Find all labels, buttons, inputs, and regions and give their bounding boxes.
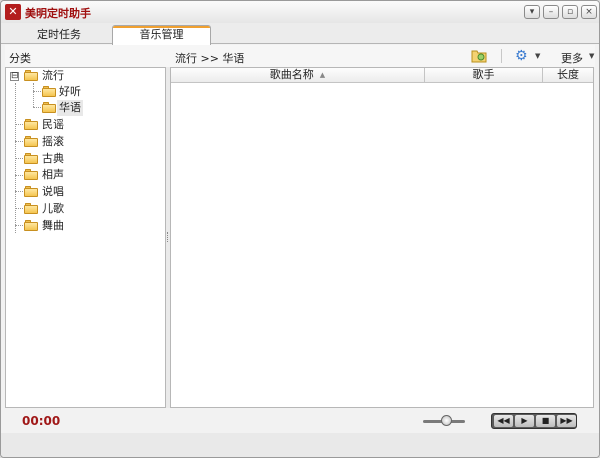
- song-table: 歌曲名称 ▲ 歌手 长度: [170, 67, 594, 408]
- tree-item-rap[interactable]: 说唱: [6, 184, 156, 200]
- sort-ascending-icon: ▲: [319, 71, 326, 79]
- category-header: 分类: [9, 52, 31, 65]
- tree-item-popular[interactable]: ⊟ 流行: [6, 68, 156, 84]
- tab-music-management[interactable]: 音乐管理: [112, 25, 211, 45]
- player-bar: 00:00 ◀◀ ▶ ■ ▶▶: [5, 409, 595, 433]
- folder-icon: [24, 70, 38, 81]
- toolbar-separator: [501, 49, 502, 63]
- folder-icon: [24, 220, 38, 231]
- app-window: ✕ 美明定时助手 ▾ – ▫ × 定时任务 音乐管理 分类 流行 >> 华语 ⚙…: [0, 0, 600, 458]
- tree-item-label: 相声: [42, 168, 64, 181]
- folder-icon: [24, 203, 38, 214]
- dropdown-arrow-icon[interactable]: ▼: [535, 52, 540, 60]
- collapse-icon[interactable]: ▾: [524, 5, 540, 19]
- folder-icon: [24, 169, 38, 180]
- column-header-artist[interactable]: 歌手: [425, 68, 543, 83]
- column-header-song-name[interactable]: 歌曲名称 ▲: [171, 68, 425, 83]
- gear-icon[interactable]: ⚙: [515, 48, 531, 64]
- breadcrumb: 流行 >> 华语: [175, 52, 245, 65]
- tree-item-label: 说唱: [42, 185, 64, 198]
- window-title: 美明定时助手: [25, 7, 91, 20]
- window-footer: [1, 433, 599, 457]
- play-icon[interactable]: ▶: [515, 415, 534, 427]
- tree-item-crosstalk[interactable]: 相声: [6, 167, 156, 183]
- tree-item-label: 好听: [59, 85, 81, 98]
- tree-item-label: 流行: [42, 69, 64, 82]
- stop-icon[interactable]: ■: [536, 415, 555, 427]
- playback-controls: ◀◀ ▶ ■ ▶▶: [491, 413, 577, 429]
- rewind-icon[interactable]: ◀◀: [494, 415, 513, 427]
- minimize-icon[interactable]: –: [543, 5, 559, 19]
- folder-icon: [24, 119, 38, 130]
- playback-time: 00:00: [22, 414, 61, 428]
- folder-add-icon[interactable]: [471, 48, 487, 63]
- chevron-down-icon[interactable]: ▼: [589, 52, 594, 60]
- tree-item-folk[interactable]: 民谣: [6, 117, 156, 133]
- restore-icon[interactable]: ▫: [562, 5, 578, 19]
- splitter-grip-icon: [167, 232, 169, 242]
- folder-icon: [24, 186, 38, 197]
- tree-item-classical[interactable]: 古典: [6, 151, 156, 167]
- column-header-label: 歌曲名称: [269, 68, 314, 81]
- tree-item-label: 儿歌: [42, 202, 64, 215]
- tree-item-label: 民谣: [42, 118, 64, 131]
- tree-item-rock[interactable]: 摇滚: [6, 134, 156, 150]
- app-logo-icon: ✕: [5, 4, 21, 20]
- close-icon[interactable]: ×: [581, 5, 597, 19]
- toolbar: 分类 流行 >> 华语 ⚙ ▼ 更多 ▼: [5, 45, 595, 67]
- tab-bar: 定时任务 音乐管理: [1, 23, 599, 45]
- category-tree: ⊟ 流行 好听 华语 民谣 摇滚 古典 相声 说唱 儿歌 舞曲: [5, 67, 166, 408]
- tree-item-good[interactable]: 好听: [6, 84, 156, 100]
- tree-item-children[interactable]: 儿歌: [6, 201, 156, 217]
- more-button[interactable]: 更多: [561, 50, 583, 66]
- tree-item-label: 摇滚: [42, 135, 64, 148]
- fast-forward-icon[interactable]: ▶▶: [557, 415, 576, 427]
- volume-slider-handle[interactable]: [441, 415, 452, 426]
- tree-item-chinese[interactable]: 华语: [6, 100, 156, 116]
- folder-open-icon: [42, 102, 56, 113]
- title-bar[interactable]: ✕ 美明定时助手 ▾ – ▫ ×: [1, 1, 599, 23]
- collapse-expander-icon[interactable]: ⊟: [10, 72, 19, 81]
- folder-icon: [24, 136, 38, 147]
- folder-icon: [24, 153, 38, 164]
- tree-item-label: 舞曲: [42, 219, 64, 232]
- tree-item-dance[interactable]: 舞曲: [6, 218, 156, 234]
- tree-item-label: 华语: [57, 100, 83, 116]
- folder-icon: [42, 86, 56, 97]
- column-header-length[interactable]: 长度: [543, 68, 593, 83]
- tab-scheduled-tasks[interactable]: 定时任务: [9, 25, 109, 44]
- tree-item-label: 古典: [42, 152, 64, 165]
